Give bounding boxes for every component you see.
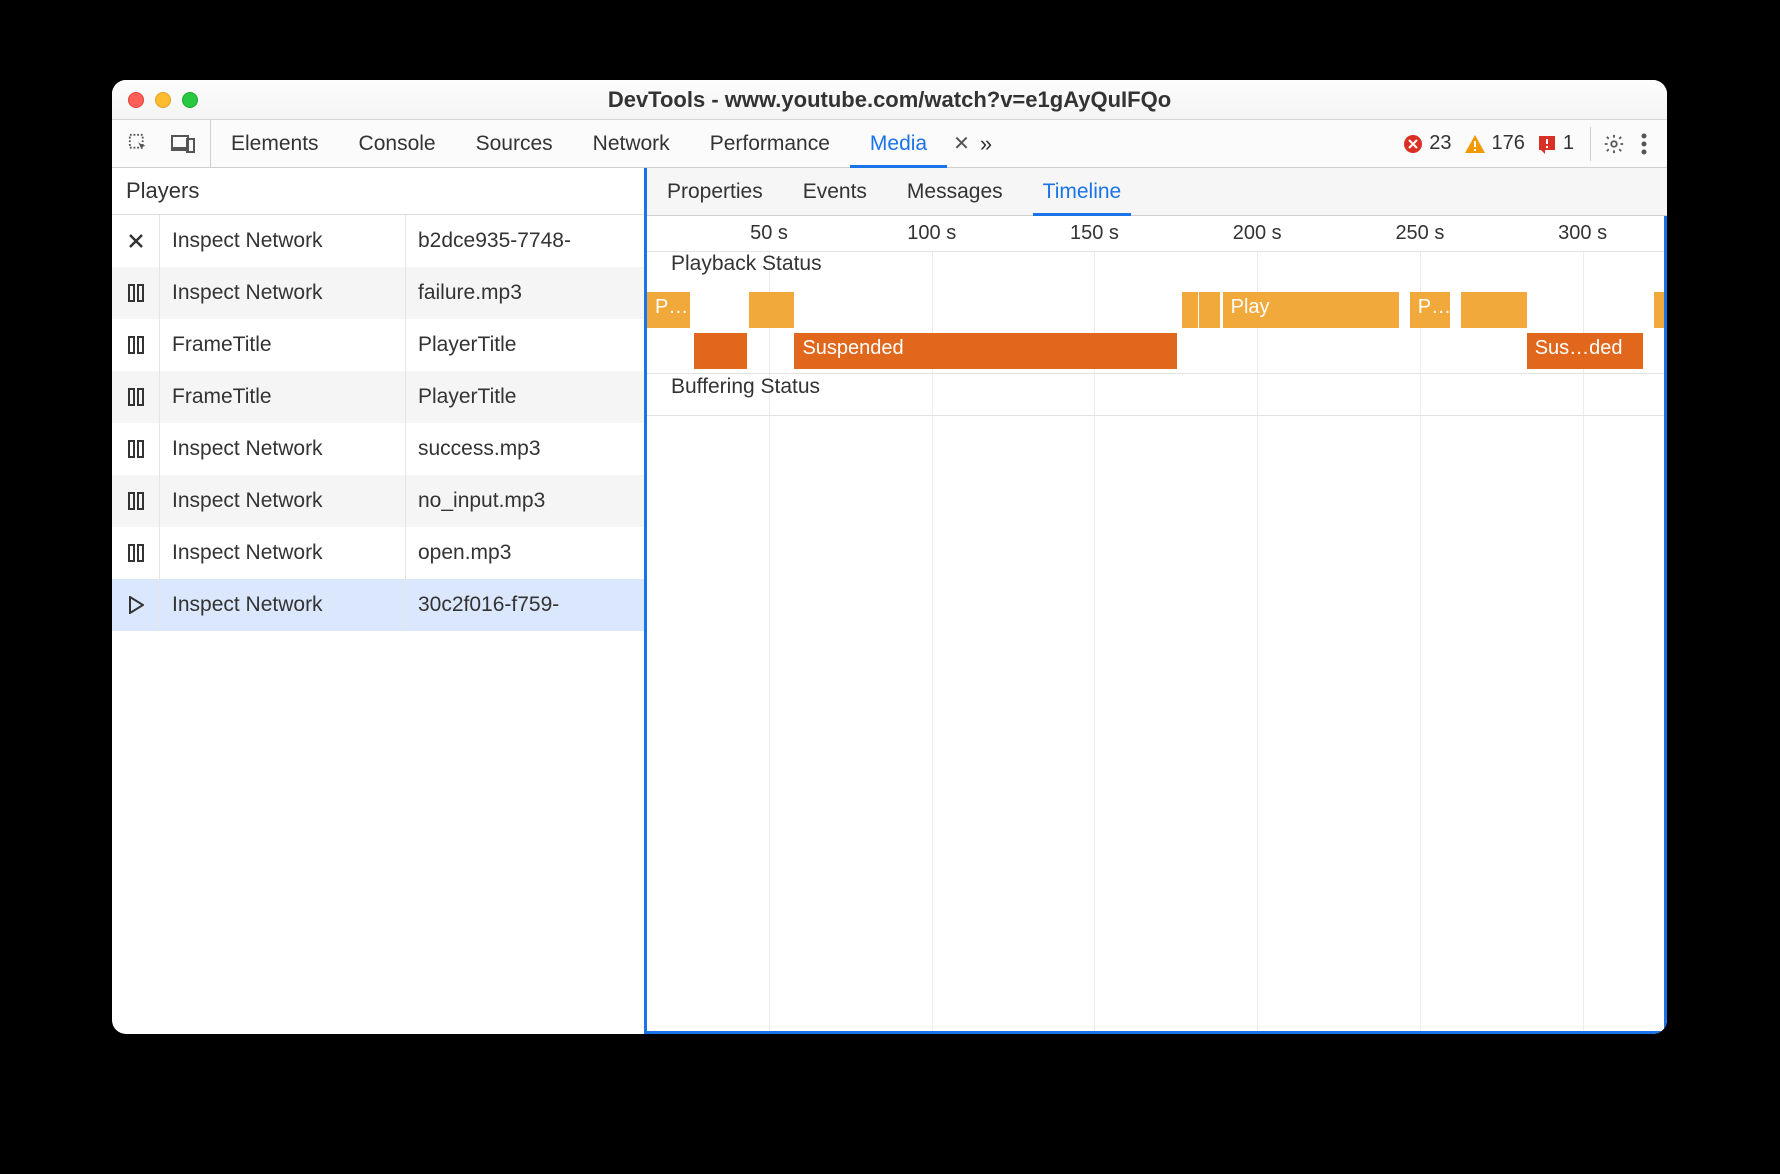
warning-count[interactable]: 176 xyxy=(1492,132,1525,155)
tab-console[interactable]: Console xyxy=(339,120,456,167)
player-title: failure.mp3 xyxy=(406,267,645,319)
player-frame-title: Inspect Network xyxy=(160,527,406,579)
player-row[interactable]: Inspect Network30c2f016-f759- xyxy=(112,579,645,631)
player-row[interactable]: Inspect Networksuccess.mp3 xyxy=(112,423,645,475)
ruler-tick: 150 s xyxy=(1070,222,1119,245)
timeline-band[interactable] xyxy=(749,292,795,328)
tab-performance[interactable]: Performance xyxy=(690,120,850,167)
timeline-band[interactable] xyxy=(1461,292,1527,328)
devtools-toolbar: ElementsConsoleSourcesNetworkPerformance… xyxy=(112,120,1667,168)
error-count[interactable]: 23 xyxy=(1429,132,1451,155)
player-row[interactable]: FrameTitlePlayerTitle xyxy=(112,371,645,423)
close-tab-icon[interactable]: ✕ xyxy=(953,131,970,156)
window-controls xyxy=(128,92,198,108)
window-titlebar: DevTools - www.youtube.com/watch?v=e1gAy… xyxy=(112,80,1667,120)
settings-icon[interactable] xyxy=(1599,129,1629,159)
pause-icon xyxy=(112,319,160,371)
player-title: PlayerTitle xyxy=(406,319,645,371)
player-title: PlayerTitle xyxy=(406,371,645,423)
players-sidebar: Players Inspect Networkb2dce935-7748-Ins… xyxy=(112,168,646,1034)
ruler-tick: 50 s xyxy=(750,222,788,245)
timeline-band[interactable]: P… xyxy=(647,292,690,328)
player-title: 30c2f016-f759- xyxy=(406,579,645,631)
player-row[interactable]: FrameTitlePlayerTitle xyxy=(112,319,645,371)
device-toolbar-icon[interactable] xyxy=(168,129,198,159)
pause-icon xyxy=(112,423,160,475)
pause-icon xyxy=(112,371,160,423)
timeline-band[interactable]: Suspended xyxy=(794,333,1176,369)
player-row[interactable]: Inspect Networkfailure.mp3 xyxy=(112,267,645,319)
kebab-menu-icon[interactable] xyxy=(1629,129,1659,159)
player-title: success.mp3 xyxy=(406,423,645,475)
error-icon[interactable] xyxy=(1403,134,1423,154)
pause-icon xyxy=(112,267,160,319)
player-row[interactable]: Inspect Networkno_input.mp3 xyxy=(112,475,645,527)
timeline-band[interactable]: P… xyxy=(1410,292,1451,328)
close-window-button[interactable] xyxy=(128,92,144,108)
player-title: open.mp3 xyxy=(406,527,645,579)
player-frame-title: Inspect Network xyxy=(160,423,406,475)
timeline-band[interactable] xyxy=(1199,292,1219,328)
ruler-tick: 200 s xyxy=(1233,222,1282,245)
tab-media[interactable]: Media xyxy=(850,120,947,167)
player-title: no_input.mp3 xyxy=(406,475,645,527)
timeline-band[interactable]: Sus…ded xyxy=(1527,333,1643,369)
close-icon xyxy=(112,215,160,267)
tab-network[interactable]: Network xyxy=(573,120,690,167)
timeline-ruler: 50 s 100 s 150 s 200 s 250 s 300 s xyxy=(647,216,1664,252)
detail-tab-timeline[interactable]: Timeline xyxy=(1023,168,1142,215)
timeline-band[interactable] xyxy=(1182,292,1198,328)
detail-tab-properties[interactable]: Properties xyxy=(647,168,783,215)
more-tabs-icon[interactable]: » xyxy=(970,131,1002,157)
track-title: Playback Status xyxy=(671,252,822,276)
pause-icon xyxy=(112,475,160,527)
status-counters: 23 176 1 xyxy=(1403,132,1574,155)
ruler-tick: 100 s xyxy=(907,222,956,245)
timeline-band[interactable]: Play xyxy=(1223,292,1399,328)
detail-tab-events[interactable]: Events xyxy=(783,168,887,215)
ruler-tick: 250 s xyxy=(1395,222,1444,245)
issues-count[interactable]: 1 xyxy=(1563,132,1574,155)
track-title: Buffering Status xyxy=(671,375,820,399)
play-icon xyxy=(112,579,160,631)
player-frame-title: Inspect Network xyxy=(160,579,406,631)
timeline-band[interactable] xyxy=(694,333,747,369)
devtools-window: DevTools - www.youtube.com/watch?v=e1gAy… xyxy=(112,80,1667,1034)
tab-sources[interactable]: Sources xyxy=(456,120,573,167)
tab-elements[interactable]: Elements xyxy=(211,120,339,167)
inspect-element-icon[interactable] xyxy=(124,129,154,159)
player-detail-panel: PropertiesEventsMessagesTimeline 50 s 100… xyxy=(644,168,1667,1034)
player-frame-title: Inspect Network xyxy=(160,475,406,527)
player-frame-title: FrameTitle xyxy=(160,371,406,423)
issues-icon[interactable] xyxy=(1537,134,1557,154)
player-frame-title: FrameTitle xyxy=(160,319,406,371)
warning-icon[interactable] xyxy=(1464,134,1486,154)
ruler-tick: 300 s xyxy=(1558,222,1607,245)
player-row[interactable]: Inspect Networkopen.mp3 xyxy=(112,527,645,579)
player-frame-title: Inspect Network xyxy=(160,267,406,319)
pause-icon xyxy=(112,527,160,579)
detail-tabs: PropertiesEventsMessagesTimeline xyxy=(647,168,1667,216)
window-title: DevTools - www.youtube.com/watch?v=e1gAy… xyxy=(112,87,1667,113)
players-heading: Players xyxy=(112,168,645,215)
zoom-window-button[interactable] xyxy=(182,92,198,108)
player-row[interactable]: Inspect Networkb2dce935-7748- xyxy=(112,215,645,267)
minimize-window-button[interactable] xyxy=(155,92,171,108)
timeline-band[interactable] xyxy=(1654,292,1667,328)
detail-tab-messages[interactable]: Messages xyxy=(887,168,1023,215)
timeline-panel[interactable]: 50 s 100 s 150 s 200 s 250 s 300 s Playback S… xyxy=(647,216,1667,1034)
player-title: b2dce935-7748- xyxy=(406,215,645,267)
player-frame-title: Inspect Network xyxy=(160,215,406,267)
